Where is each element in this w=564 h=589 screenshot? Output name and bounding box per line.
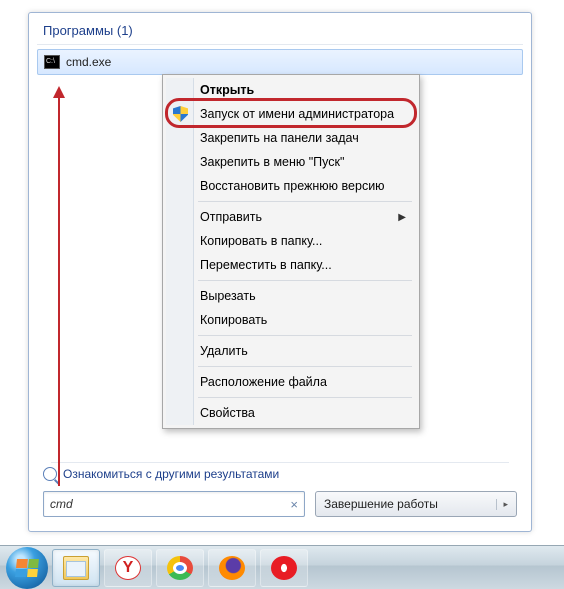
ctx-cut[interactable]: Вырезать [166, 284, 416, 308]
section-header-programs: Программы (1) [29, 13, 531, 42]
shutdown-dropdown-arrow[interactable]: ▸ [496, 499, 508, 510]
divider [198, 280, 412, 281]
annotation-arrow [58, 96, 60, 486]
ctx-open[interactable]: Открыть [166, 78, 416, 102]
yandex-icon: Y [115, 556, 141, 580]
shield-icon [173, 106, 188, 122]
divider [198, 335, 412, 336]
divider [198, 366, 412, 367]
ctx-copy[interactable]: Копировать [166, 308, 416, 332]
firefox-icon [219, 556, 245, 580]
explorer-icon [63, 556, 89, 580]
more-results-label: Ознакомиться с другими результатами [63, 467, 279, 481]
search-row: cmd × Завершение работы ▸ [43, 491, 517, 517]
divider [198, 201, 412, 202]
taskbar-opera[interactable] [260, 549, 308, 587]
ctx-move-to-folder[interactable]: Переместить в папку... [166, 253, 416, 277]
taskbar: Y [0, 545, 564, 589]
ctx-copy-to-folder[interactable]: Копировать в папку... [166, 229, 416, 253]
ctx-send-to[interactable]: Отправить▶ [166, 205, 416, 229]
ctx-delete[interactable]: Удалить [166, 339, 416, 363]
ctx-pin-start[interactable]: Закрепить в меню "Пуск" [166, 150, 416, 174]
search-icon [43, 467, 57, 481]
divider [51, 462, 509, 463]
context-menu: Открыть Запуск от имени администратора З… [162, 74, 420, 429]
section-count: (1) [117, 23, 133, 38]
divider [37, 44, 523, 45]
section-title: Программы [43, 23, 113, 38]
start-button[interactable] [6, 547, 48, 589]
ctx-open-location[interactable]: Расположение файла [166, 370, 416, 394]
ctx-run-as-admin[interactable]: Запуск от имени администратора [166, 102, 416, 126]
taskbar-firefox[interactable] [208, 549, 256, 587]
result-label: cmd.exe [66, 55, 111, 69]
more-results-link[interactable]: Ознакомиться с другими результатами [43, 467, 517, 481]
search-input[interactable]: cmd × [43, 491, 305, 517]
windows-logo-icon [15, 559, 39, 577]
search-value: cmd [50, 497, 73, 511]
taskbar-chrome[interactable] [156, 549, 204, 587]
chevron-right-icon: ▶ [398, 212, 406, 223]
clear-search-button[interactable]: × [290, 497, 298, 512]
cmd-icon [44, 55, 60, 69]
shutdown-button[interactable]: Завершение работы ▸ [315, 491, 517, 517]
taskbar-explorer[interactable] [52, 549, 100, 587]
divider [198, 397, 412, 398]
taskbar-yandex[interactable]: Y [104, 549, 152, 587]
ctx-restore-previous[interactable]: Восстановить прежнюю версию [166, 174, 416, 198]
opera-icon [271, 556, 297, 580]
ctx-pin-taskbar[interactable]: Закрепить на панели задач [166, 126, 416, 150]
panel-footer: Ознакомиться с другими результатами cmd … [29, 452, 531, 531]
search-result-cmd[interactable]: cmd.exe [37, 49, 523, 75]
ctx-properties[interactable]: Свойства [166, 401, 416, 425]
chrome-icon [167, 556, 193, 580]
shutdown-label: Завершение работы [324, 497, 438, 511]
